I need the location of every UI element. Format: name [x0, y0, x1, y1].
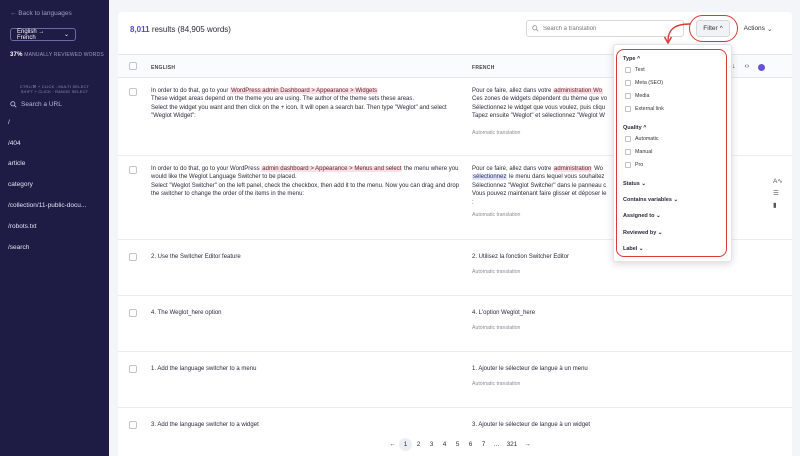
row-checkbox[interactable]	[129, 88, 137, 96]
url-search[interactable]: Search a URL	[10, 101, 62, 108]
results-count: 8,011	[130, 25, 150, 34]
text-fragment: Sélectionnez "Weglot Switcher" dans le p…	[472, 182, 607, 189]
text-fragment: Vous pouvez maintenant faire glisser et …	[472, 191, 607, 198]
row-checkbox[interactable]	[129, 365, 137, 373]
french-translation-text[interactable]: 4. L'option Weglot_here	[472, 309, 734, 317]
text-fragment: Pour ce faire, allez dans votre	[472, 166, 554, 172]
page-button[interactable]: 2	[412, 438, 425, 451]
english-source-text: 3. Add the language switcher to a widget	[151, 422, 259, 428]
text-fragment: In order to do that, go to your WordPres…	[151, 166, 262, 172]
text-fragment: Select "Weglot Switcher" on the left pan…	[151, 182, 459, 198]
pagination: ← 1 2 3 4 5 6 7 ... 321 →	[386, 438, 534, 451]
page-button[interactable]: 7	[477, 438, 490, 451]
english-source-text: In order to do that, go to your WordPres…	[151, 87, 461, 121]
text-fragment: Select the widget you want and then clic…	[151, 104, 447, 120]
page-button[interactable]: 3	[425, 438, 438, 451]
text-fragment: Sélectionnez le widget que vous voulez, …	[472, 104, 606, 111]
column-english: ENGLISH	[151, 65, 176, 71]
reviewed-label: MANUALLY REVIEWED WORDS	[24, 52, 104, 58]
row-tools: A∿ ☰ ▮	[773, 177, 783, 209]
trash-icon[interactable]: ▮	[773, 201, 783, 209]
list-icon[interactable]: ☰	[773, 189, 783, 197]
pagination-ellipsis: ...	[493, 441, 500, 448]
back-to-languages-link[interactable]: ← Back to languages	[10, 10, 72, 17]
highlighted-term: admin dashboard > Appearance > Menus and…	[261, 166, 403, 172]
code-icon[interactable]: ‹›	[745, 63, 750, 71]
url-item[interactable]: /robots.txt	[0, 216, 109, 237]
page-button[interactable]: 6	[464, 438, 477, 451]
text-fragment: In order to do that, go to your	[151, 88, 231, 94]
sidebar: ← Back to languages English → French ⌄ 3…	[0, 0, 109, 456]
translation-quality-label: Automatic translation	[472, 212, 521, 218]
actions-label: Actions	[743, 25, 765, 32]
row-checkbox[interactable]	[129, 421, 137, 429]
language-pair-label: English → French	[17, 28, 45, 41]
english-source-text: In order to do that, go to your WordPres…	[151, 165, 461, 199]
highlighted-term: administration Wo	[553, 88, 603, 94]
row-checkbox[interactable]	[129, 166, 137, 174]
filter-panel-highlight-ring	[616, 49, 727, 257]
next-page-button[interactable]: →	[521, 438, 534, 451]
table-row[interactable]: 1. Add the language switcher to a menu 1…	[118, 352, 792, 408]
filter-label: Filter	[703, 25, 718, 32]
sort-icon[interactable]: ↓	[732, 63, 736, 71]
url-item[interactable]: /	[0, 112, 109, 133]
english-source-text: 1. Add the language switcher to a menu	[151, 366, 257, 372]
language-pair-select[interactable]: English → French ⌄	[10, 28, 76, 41]
reviewed-percent: 37%	[10, 52, 23, 58]
text-fragment: le menu dans lequel vous souhaitez	[507, 174, 605, 181]
text-fragment: These widget areas depend on the theme y…	[151, 96, 415, 103]
spellcheck-icon[interactable]: A∿	[773, 177, 783, 185]
page-button[interactable]: 321	[503, 438, 521, 451]
text-fragment: :	[472, 199, 474, 206]
search-icon	[10, 101, 17, 108]
prev-page-button[interactable]: ←	[386, 438, 399, 451]
url-item[interactable]: category	[0, 174, 109, 195]
table-row[interactable]: 4. The Weglot_here option 4. L'option We…	[118, 296, 792, 352]
chevron-down-icon: ⌄	[63, 32, 69, 38]
text-fragment: Wo	[592, 166, 603, 172]
search-icon	[532, 25, 539, 32]
row-checkbox[interactable]	[129, 309, 137, 317]
table-row[interactable]: 3. Add the language switcher to a widget…	[118, 408, 792, 438]
translation-quality-label: Automatic translation	[472, 269, 521, 275]
url-item[interactable]: /404	[0, 133, 109, 154]
url-item[interactable]: article	[0, 154, 109, 175]
chevron-down-icon: ⌄	[766, 25, 773, 33]
annotation-arrow	[663, 23, 691, 45]
english-source-text: 4. The Weglot_here option	[151, 310, 222, 316]
header-tools: ↓ ‹›	[732, 63, 766, 71]
french-translation-text[interactable]: 1. Ajouter le sélecteur de langue à un m…	[472, 365, 734, 373]
highlighted-term: WordPress admin Dashboard > Appearance >…	[230, 88, 379, 94]
text-fragment: Pour ce faire, allez dans votre	[472, 88, 554, 94]
shortcut-hint-range: SHIFT + CLICK : RANGE SELECT	[20, 89, 89, 94]
page-button[interactable]: 1	[399, 438, 412, 451]
reviewed-stat: 37% MANUALLY REVIEWED WORDS	[10, 52, 104, 58]
french-translation-text[interactable]: 3. Ajouter le sélecteur de langue à un w…	[472, 421, 734, 429]
text-fragment: Ces zones de widgets dépendent du thème …	[472, 96, 608, 103]
page-button[interactable]: 4	[438, 438, 451, 451]
actions-button[interactable]: Actions ⌄	[736, 20, 780, 37]
palette-icon[interactable]	[758, 64, 766, 71]
url-search-placeholder: Search a URL	[21, 101, 62, 108]
select-all-checkbox[interactable]	[129, 62, 137, 70]
english-source-text: 2. Use the Switcher Editor feature	[151, 254, 241, 260]
translation-quality-label: Automatic translation	[472, 130, 521, 136]
text-fragment: Tapez ensuite "Weglot" et sélectionnez "…	[472, 113, 605, 120]
row-checkbox[interactable]	[129, 253, 137, 261]
results-text: results (84,905 words)	[151, 25, 231, 34]
filter-button[interactable]: Filter ^	[696, 20, 730, 37]
highlighted-term: administration	[553, 166, 593, 172]
page-button[interactable]: 5	[451, 438, 464, 451]
url-item[interactable]: /collection/11-public-docu...	[0, 195, 109, 216]
chevron-up-icon: ^	[719, 25, 723, 32]
translation-quality-label: Automatic translation	[472, 381, 521, 387]
results-summary: 8,011 results (84,905 words)	[130, 25, 231, 34]
selected-term: sélectionnez	[472, 174, 508, 181]
url-list: / /404 article category /collection/11-p…	[0, 112, 109, 258]
column-french: FRENCH	[472, 65, 495, 71]
translation-search-input[interactable]	[543, 25, 673, 32]
url-item[interactable]: /search	[0, 237, 109, 258]
translation-quality-label: Automatic translation	[472, 325, 521, 331]
